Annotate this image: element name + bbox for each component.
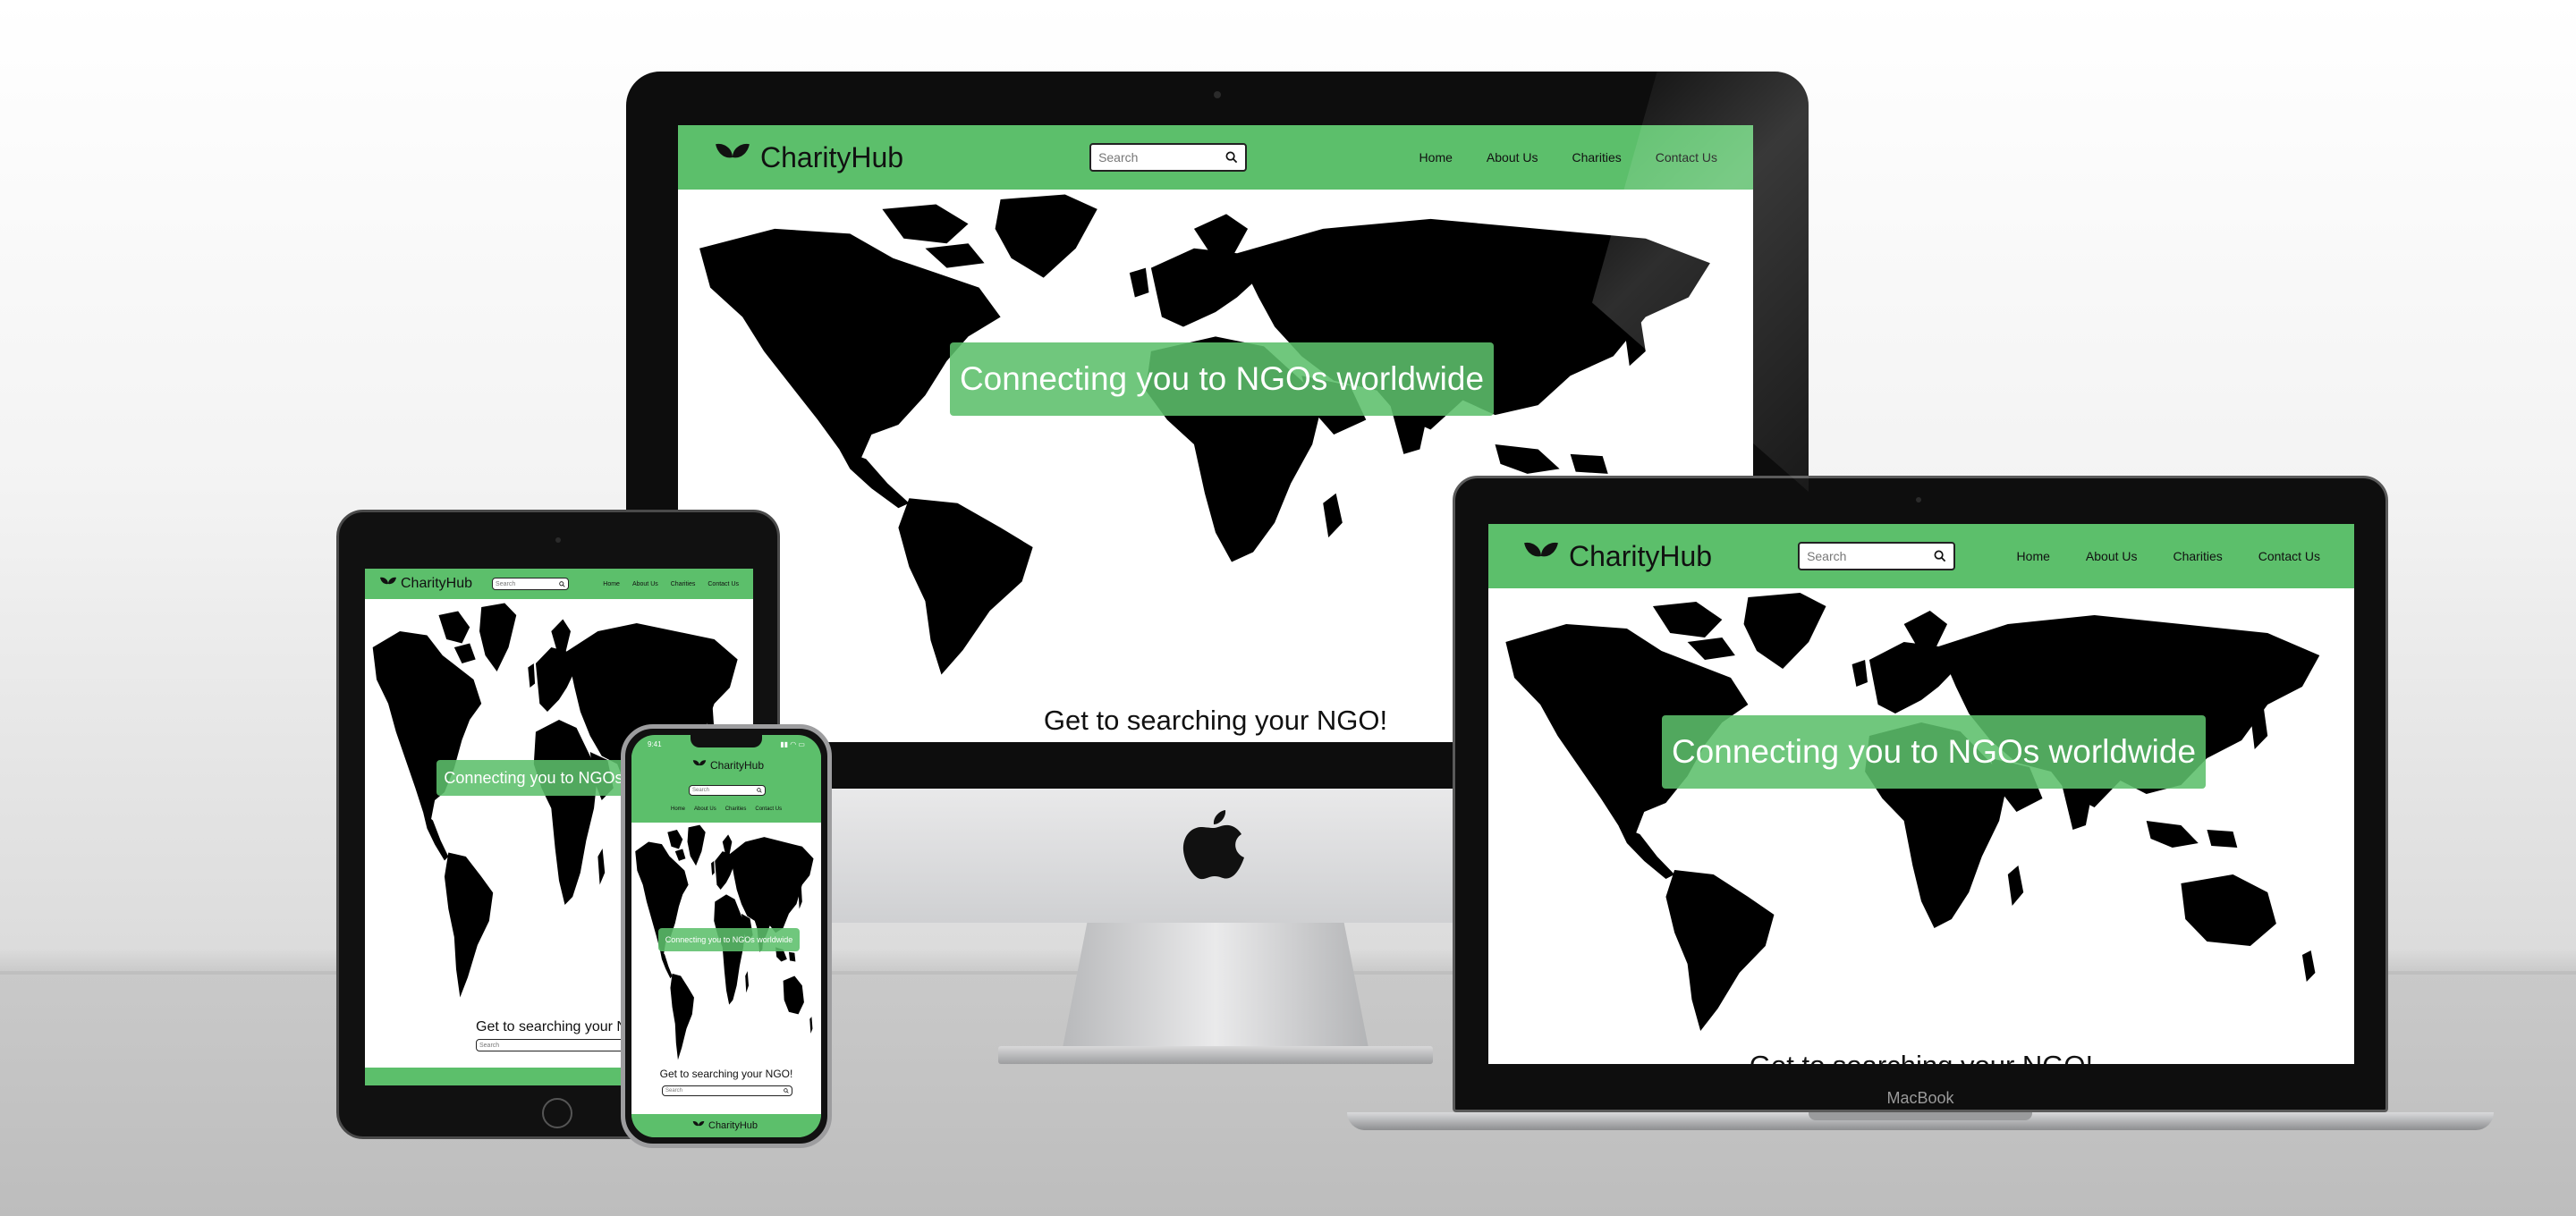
nav-link-home[interactable]: Home xyxy=(603,581,620,587)
imac-base xyxy=(998,1046,1433,1064)
brand[interactable]: CharityHub xyxy=(692,758,764,773)
apple-logo-icon xyxy=(1182,810,1244,880)
nav-link-charities[interactable]: Charities xyxy=(671,581,696,587)
cta-heading: Get to searching your NGO! xyxy=(1488,1050,2354,1064)
brand-name: CharityHub xyxy=(710,759,765,772)
search-icon[interactable] xyxy=(784,1088,789,1094)
search-icon[interactable] xyxy=(1225,151,1238,164)
nav-link-home[interactable]: Home xyxy=(671,806,685,812)
footer-brand-name: CharityHub xyxy=(708,1120,758,1131)
search-icon[interactable] xyxy=(1934,550,1946,562)
nav-link-contact[interactable]: Contact Us xyxy=(708,581,739,587)
brand-name: CharityHub xyxy=(760,140,904,173)
cta-heading: Get to searching your NGO! xyxy=(659,1068,793,1080)
search-placeholder: Search xyxy=(1098,150,1139,165)
nav-links: Home About Us Charities Contact Us xyxy=(2017,549,2320,563)
hero-banner: Connecting you to NGOs worldwide xyxy=(658,928,800,951)
navbar: CharityHub Search Home About Us Charitie… xyxy=(678,125,1753,190)
search-input[interactable]: Search xyxy=(1798,542,1956,570)
nav-link-about[interactable]: About Us xyxy=(2086,549,2138,563)
brand[interactable]: CharityHub xyxy=(379,575,472,593)
search-icon[interactable] xyxy=(559,581,565,587)
search-placeholder: Search xyxy=(496,580,516,587)
nav-link-about[interactable]: About Us xyxy=(1487,150,1538,165)
leaf-logo-icon xyxy=(692,758,707,773)
nav-link-charities[interactable]: Charities xyxy=(1572,150,1622,165)
cta-section: Get to searching your NGO! Search xyxy=(631,1062,821,1114)
cta-search-placeholder: Search xyxy=(479,1042,500,1049)
leaf-logo-icon xyxy=(714,139,751,176)
macbook-label: MacBook xyxy=(1886,1089,1954,1107)
macbook-notch xyxy=(1809,1112,2032,1120)
imac-stand xyxy=(1063,923,1368,1048)
navbar: CharityHub Search Home About Us Charitie… xyxy=(365,569,753,599)
nav-link-about[interactable]: About Us xyxy=(632,581,658,587)
ipad-camera xyxy=(555,537,561,543)
navbar: CharityHub Search Home About Us Charitie… xyxy=(1488,524,2354,588)
brand-name: CharityHub xyxy=(1569,539,1713,572)
search-placeholder: Search xyxy=(1807,549,1847,563)
brand[interactable]: CharityHub xyxy=(1522,537,1712,575)
nav-link-about[interactable]: About Us xyxy=(694,806,716,812)
footer-brand: CharityHub xyxy=(692,1119,758,1132)
leaf-logo-icon xyxy=(379,575,397,593)
hero-banner: Connecting you to NGOs worldwide xyxy=(950,342,1494,416)
status-time: 9:41 xyxy=(648,739,662,748)
search-placeholder: Search xyxy=(692,788,710,793)
search-input[interactable]: Search xyxy=(492,578,570,590)
leaf-logo-icon xyxy=(1522,537,1560,575)
status-icons: ▮▮ ◠ ▭ xyxy=(780,739,805,748)
ipad-home-button[interactable] xyxy=(542,1098,572,1128)
imac-camera xyxy=(1214,91,1221,98)
leaf-logo-icon xyxy=(692,1119,705,1132)
nav-link-charities[interactable]: Charities xyxy=(2174,549,2223,563)
iphone-notch xyxy=(691,733,762,747)
nav-links: Home About Us Charities Contact Us xyxy=(671,806,782,812)
search-input[interactable]: Search xyxy=(1089,143,1248,172)
nav-links: Home About Us Charities Contact Us xyxy=(603,581,739,587)
nav-link-contact[interactable]: Contact Us xyxy=(2258,549,2320,563)
macbook-camera xyxy=(1916,497,1921,502)
hero-banner: Connecting you to NGOs worldwide xyxy=(1662,715,2206,789)
macbook-screen: CharityHub Search Home About Us Charitie… xyxy=(1488,524,2354,1064)
cta-search-input[interactable]: Search xyxy=(662,1085,792,1096)
world-map-graphic xyxy=(1488,588,2354,1035)
world-map xyxy=(1488,588,2354,1035)
search-input[interactable]: Search xyxy=(689,785,766,796)
nav-link-charities[interactable]: Charities xyxy=(725,806,747,812)
iphone-screen: 9:41 ▮▮ ◠ ▭ CharityHub Search Home About… xyxy=(631,735,821,1137)
cta-search-placeholder: Search xyxy=(665,1088,683,1094)
search-icon[interactable] xyxy=(757,788,762,793)
brand-name: CharityHub xyxy=(401,576,473,591)
nav-link-home[interactable]: Home xyxy=(1419,150,1453,165)
brand[interactable]: CharityHub xyxy=(714,139,903,176)
mobile-footer: CharityHub xyxy=(631,1114,821,1137)
nav-link-contact[interactable]: Contact Us xyxy=(755,806,782,812)
nav-link-home[interactable]: Home xyxy=(2017,549,2050,563)
